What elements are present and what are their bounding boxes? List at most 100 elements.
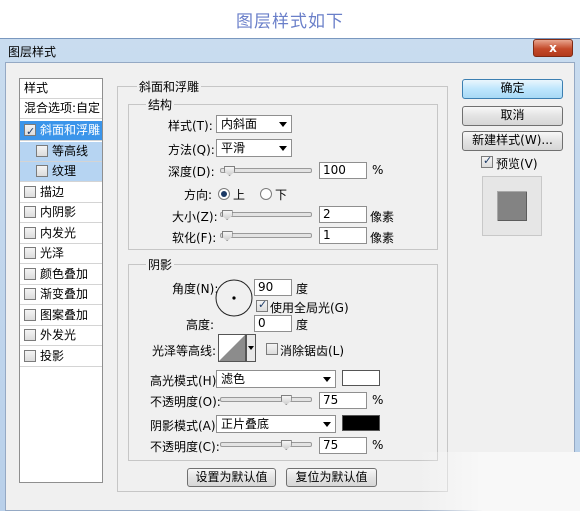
style-item-checkbox[interactable] [24, 247, 36, 259]
page-caption: 图层样式如下 [0, 0, 580, 40]
direction-up-label: 上 [233, 188, 246, 202]
size-input[interactable]: 2 [319, 206, 367, 223]
style-item-3[interactable]: 描边 [20, 183, 102, 202]
set-default-button[interactable]: 设置为默认值 [187, 468, 276, 487]
soften-slider-track[interactable] [220, 233, 312, 238]
style-item-label: 等高线 [52, 143, 89, 158]
style-item-checkbox[interactable] [36, 165, 48, 177]
style-item-label: 图案叠加 [40, 307, 89, 322]
highlight-opacity-input[interactable]: 75 [319, 392, 367, 409]
style-item-4[interactable]: 内阴影 [20, 203, 102, 222]
cancel-button[interactable]: 取消 [462, 106, 563, 126]
depth-unit: % [372, 163, 384, 177]
highlight-mode-label: 高光模式(H): [150, 374, 221, 388]
altitude-label: 高度: [186, 318, 215, 332]
style-list-header: 样式 [24, 81, 49, 95]
style-item-0[interactable]: 斜面和浮雕 [20, 121, 102, 141]
structure-title: 结构 [146, 96, 175, 113]
shadow-opacity-track[interactable] [220, 442, 312, 447]
soften-unit: 像素 [370, 231, 395, 245]
shadow-mode-value: 正片叠底 [221, 417, 270, 431]
style-item-checkbox[interactable] [24, 206, 36, 218]
style-item-2[interactable]: 纹理 [20, 162, 102, 181]
title-bar[interactable] [0, 38, 580, 62]
altitude-input[interactable]: 0 [254, 315, 292, 332]
divider [20, 118, 102, 119]
style-preview-swatch [497, 191, 527, 221]
highlight-mode-value: 滤色 [221, 372, 246, 386]
depth-label: 深度(D): [168, 165, 215, 179]
antialias-checkbox[interactable] [266, 343, 278, 355]
close-button[interactable]: x [533, 39, 573, 57]
shadow-mode-label: 阴影模式(A): [150, 419, 220, 433]
style-item-label: 纹理 [52, 164, 77, 178]
divider [20, 365, 102, 367]
style-item-1[interactable]: 等高线 [20, 141, 102, 161]
style-item-checkbox[interactable] [24, 226, 36, 239]
angle-label: 角度(N): [172, 282, 219, 296]
chevron-down-icon [323, 422, 331, 427]
dialog-title: 图层样式 [8, 45, 57, 59]
shadow-opacity-label: 不透明度(C): [150, 440, 220, 454]
style-item-label: 外发光 [40, 328, 77, 342]
method-dropdown[interactable]: 平滑 [216, 139, 292, 157]
style-item-checkbox[interactable] [24, 185, 36, 198]
soften-label: 软化(F): [172, 231, 217, 245]
watermark-area [418, 452, 580, 511]
style-item-checkbox[interactable] [24, 267, 36, 280]
size-slider-track[interactable] [220, 212, 312, 217]
style-item-checkbox[interactable] [24, 349, 36, 362]
direction-up-radio[interactable] [218, 188, 230, 200]
style-dropdown[interactable]: 内斜面 [216, 115, 292, 133]
highlight-opacity-track[interactable] [220, 397, 312, 402]
size-unit: 像素 [370, 210, 395, 224]
style-item-label: 内阴影 [40, 205, 77, 219]
shadow-opacity-input[interactable]: 75 [319, 437, 367, 454]
style-item-label: 内发光 [40, 225, 77, 240]
style-preview-box [482, 176, 542, 236]
style-item-checkbox[interactable] [24, 329, 36, 341]
style-item-11[interactable]: 投影 [20, 347, 102, 366]
highlight-opacity-unit: % [372, 393, 384, 407]
reset-default-button[interactable]: 复位为默认值 [286, 468, 377, 487]
style-item-6[interactable]: 光泽 [20, 244, 102, 263]
style-item-label: 颜色叠加 [40, 266, 89, 281]
highlight-opacity-label: 不透明度(O): [150, 395, 221, 409]
angle-input[interactable]: 90 [254, 279, 292, 296]
gloss-contour-label: 光泽等高线: [152, 344, 217, 358]
style-item-label: 渐变叠加 [40, 287, 89, 301]
shadow-opacity-unit: % [372, 438, 384, 452]
style-item-label: 描边 [40, 184, 65, 199]
style-item-10[interactable]: 外发光 [20, 326, 102, 345]
shading-title: 阴影 [146, 256, 175, 273]
altitude-unit: 度 [296, 318, 309, 332]
soften-input[interactable]: 1 [319, 227, 367, 244]
blend-options-item[interactable]: 混合选项:自定 [20, 99, 102, 118]
direction-down-radio[interactable] [260, 188, 272, 200]
shadow-mode-dropdown[interactable]: 正片叠底 [216, 415, 336, 433]
global-light-checkbox[interactable] [256, 298, 268, 312]
style-item-checkbox[interactable] [36, 144, 48, 157]
style-item-8[interactable]: 渐变叠加 [20, 285, 102, 304]
chevron-down-icon [279, 146, 287, 151]
shadow-color-swatch[interactable] [342, 415, 380, 431]
style-item-label: 光泽 [40, 246, 65, 260]
style-item-checkbox[interactable] [24, 122, 36, 141]
highlight-color-swatch[interactable] [342, 370, 380, 386]
style-item-7[interactable]: 颜色叠加 [20, 265, 102, 284]
depth-input[interactable]: 100 [319, 162, 367, 179]
bevel-emboss-title: 斜面和浮雕 [137, 78, 202, 95]
new-style-button[interactable]: 新建样式(W)... [462, 131, 563, 151]
style-item-checkbox[interactable] [24, 288, 36, 300]
preview-checkbox[interactable] [481, 154, 493, 168]
highlight-mode-dropdown[interactable]: 滤色 [216, 370, 336, 388]
ok-button[interactable]: 确定 [462, 79, 563, 99]
style-item-checkbox[interactable] [24, 308, 36, 321]
style-item-9[interactable]: 图案叠加 [20, 306, 102, 325]
style-dropdown-value: 内斜面 [221, 117, 258, 131]
angle-dial-icon[interactable] [214, 278, 254, 318]
method-label: 方法(Q): [168, 143, 215, 157]
gloss-contour-picker-icon[interactable] [218, 334, 256, 362]
direction-down-label: 下 [275, 188, 288, 202]
style-item-5[interactable]: 内发光 [20, 224, 102, 243]
